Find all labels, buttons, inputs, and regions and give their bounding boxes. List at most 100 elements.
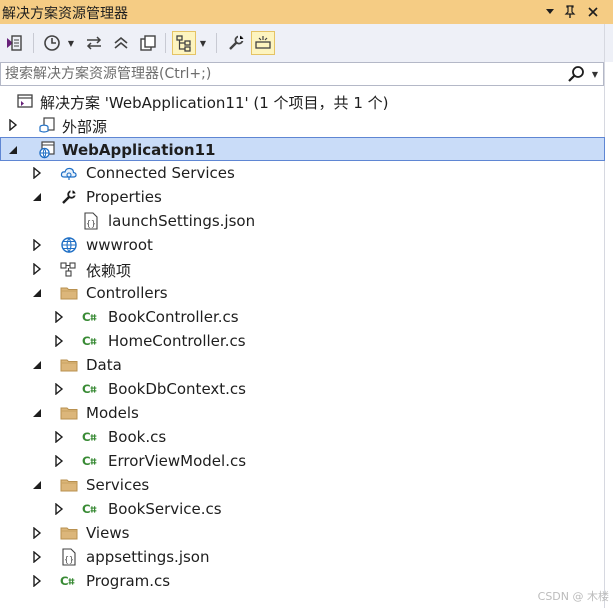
svg-text:{}: {} — [64, 555, 74, 564]
collapse-arrow-icon[interactable] — [30, 189, 44, 205]
expand-arrow-icon[interactable] — [52, 453, 66, 469]
tree-item-label: wwwroot — [86, 236, 153, 254]
tree-item[interactable]: C HomeController.cs — [0, 329, 605, 353]
view-hierarchy-dropdown-icon[interactable]: ▼ — [198, 31, 208, 55]
show-all-files-icon[interactable] — [136, 31, 160, 55]
tree-item[interactable]: Models — [0, 401, 605, 425]
expand-arrow-icon[interactable] — [52, 501, 66, 517]
tree-item[interactable]: C Program.cs — [0, 569, 605, 593]
tree-item-label: Controllers — [86, 284, 168, 302]
svg-text:C: C — [82, 430, 91, 444]
csharp-file-icon: C — [82, 452, 100, 470]
search-options-dropdown-icon[interactable]: ▼ — [589, 66, 601, 82]
expand-arrow-icon[interactable] — [30, 573, 44, 589]
tree-item[interactable]: C ErrorViewModel.cs — [0, 449, 605, 473]
tree-item[interactable]: Properties — [0, 185, 605, 209]
tree-item[interactable]: Services — [0, 473, 605, 497]
tree-item[interactable]: {} launchSettings.json — [0, 209, 605, 233]
expand-arrow-icon[interactable] — [6, 117, 20, 133]
tree-item[interactable]: Views — [0, 521, 605, 545]
tree-item[interactable]: C Book.cs — [0, 425, 605, 449]
tree-item[interactable]: WebApplication11 — [0, 137, 605, 161]
tree-item[interactable]: Controllers — [0, 281, 605, 305]
svg-text:{}: {} — [86, 219, 96, 228]
tree-item-label: Book.cs — [108, 428, 167, 446]
collapse-arrow-icon[interactable] — [6, 142, 20, 158]
folder-icon — [60, 356, 78, 374]
sync-icon[interactable] — [82, 31, 106, 55]
tree-item-label: Properties — [86, 188, 162, 206]
tree-item-label: HomeController.cs — [108, 332, 246, 350]
tree-item-label: Services — [86, 476, 150, 494]
toolbar: ▼ ▼ — [0, 24, 613, 62]
expand-arrow-icon[interactable] — [30, 525, 44, 541]
tree-item[interactable]: wwwroot — [0, 233, 605, 257]
external-sources-icon — [38, 116, 56, 134]
tree-item[interactable]: 外部源 — [0, 113, 605, 137]
expand-arrow-icon[interactable] — [52, 429, 66, 445]
collapse-arrow-icon[interactable] — [30, 477, 44, 493]
folder-icon — [60, 476, 78, 494]
expand-arrow-icon[interactable] — [30, 261, 44, 277]
svg-text:C: C — [82, 334, 91, 348]
expand-arrow-icon[interactable] — [52, 309, 66, 325]
history-dropdown-icon[interactable]: ▼ — [66, 31, 76, 55]
dropdown-icon[interactable] — [541, 2, 559, 22]
tree-item[interactable]: Data — [0, 353, 605, 377]
collapse-arrow-icon[interactable] — [30, 285, 44, 301]
svg-text:C: C — [82, 382, 91, 396]
expand-arrow-icon[interactable] — [30, 549, 44, 565]
svg-text:C: C — [82, 502, 91, 516]
preview-selected-icon[interactable] — [251, 31, 275, 55]
tree-item[interactable]: 解决方案 'WebApplication11' (1 个项目，共 1 个) — [0, 89, 605, 113]
pin-icon[interactable] — [561, 2, 579, 22]
collapse-arrow-icon[interactable] — [30, 405, 44, 421]
tree-item-label: Connected Services — [86, 164, 235, 182]
tree-item-label: 解决方案 'WebApplication11' (1 个项目，共 1 个) — [40, 94, 389, 112]
search-input[interactable] — [5, 65, 555, 83]
folder-icon — [60, 404, 78, 422]
collapse-all-icon[interactable] — [109, 31, 133, 55]
expand-arrow-icon[interactable] — [52, 381, 66, 397]
tree-item-label: 外部源 — [62, 118, 108, 136]
solution-icon — [16, 92, 34, 110]
tree-item-label: launchSettings.json — [108, 212, 256, 230]
folder-icon — [60, 284, 78, 302]
expand-arrow-icon[interactable] — [52, 333, 66, 349]
tree-item-label: appsettings.json — [86, 548, 210, 566]
svg-text:C: C — [82, 454, 91, 468]
properties-wrench-icon[interactable] — [224, 31, 248, 55]
view-hierarchy-icon[interactable] — [172, 31, 196, 55]
tree-item-label: BookService.cs — [108, 500, 222, 518]
watermark: CSDN @ 木楼 — [537, 590, 609, 603]
history-icon[interactable] — [40, 31, 64, 55]
tree-item[interactable]: C BookDbContext.cs — [0, 377, 605, 401]
close-icon[interactable] — [584, 2, 602, 22]
expand-arrow-icon[interactable] — [30, 237, 44, 253]
csharp-file-icon: C — [82, 428, 100, 446]
folder-icon — [60, 524, 78, 542]
tree-item-label: BookDbContext.cs — [108, 380, 246, 398]
wrench-icon — [60, 188, 78, 206]
tree-item-label: Views — [86, 524, 130, 542]
vs-switch-views-icon[interactable] — [2, 31, 26, 55]
tree-item-label: WebApplication11 — [62, 141, 216, 159]
globe-icon — [60, 236, 78, 254]
tree-item-label: ErrorViewModel.cs — [108, 452, 247, 470]
tree-item[interactable]: C BookController.cs — [0, 305, 605, 329]
csharp-file-icon: C — [60, 572, 78, 590]
web-project-icon — [38, 141, 56, 159]
csharp-file-icon: C — [82, 500, 100, 518]
tree-item[interactable]: Connected Services — [0, 161, 605, 185]
search-box[interactable]: ▼ — [0, 62, 604, 86]
tree-item-label: 依赖项 — [86, 262, 132, 280]
tree-item[interactable]: 依赖项 — [0, 257, 605, 281]
search-icon[interactable] — [567, 65, 587, 83]
expand-arrow-icon[interactable] — [30, 165, 44, 181]
tree-item[interactable]: {} appsettings.json — [0, 545, 605, 569]
csharp-file-icon: C — [82, 332, 100, 350]
svg-text:C: C — [82, 310, 91, 324]
collapse-arrow-icon[interactable] — [30, 357, 44, 373]
tree-item[interactable]: C BookService.cs — [0, 497, 605, 521]
tree-item-label: Models — [86, 404, 139, 422]
